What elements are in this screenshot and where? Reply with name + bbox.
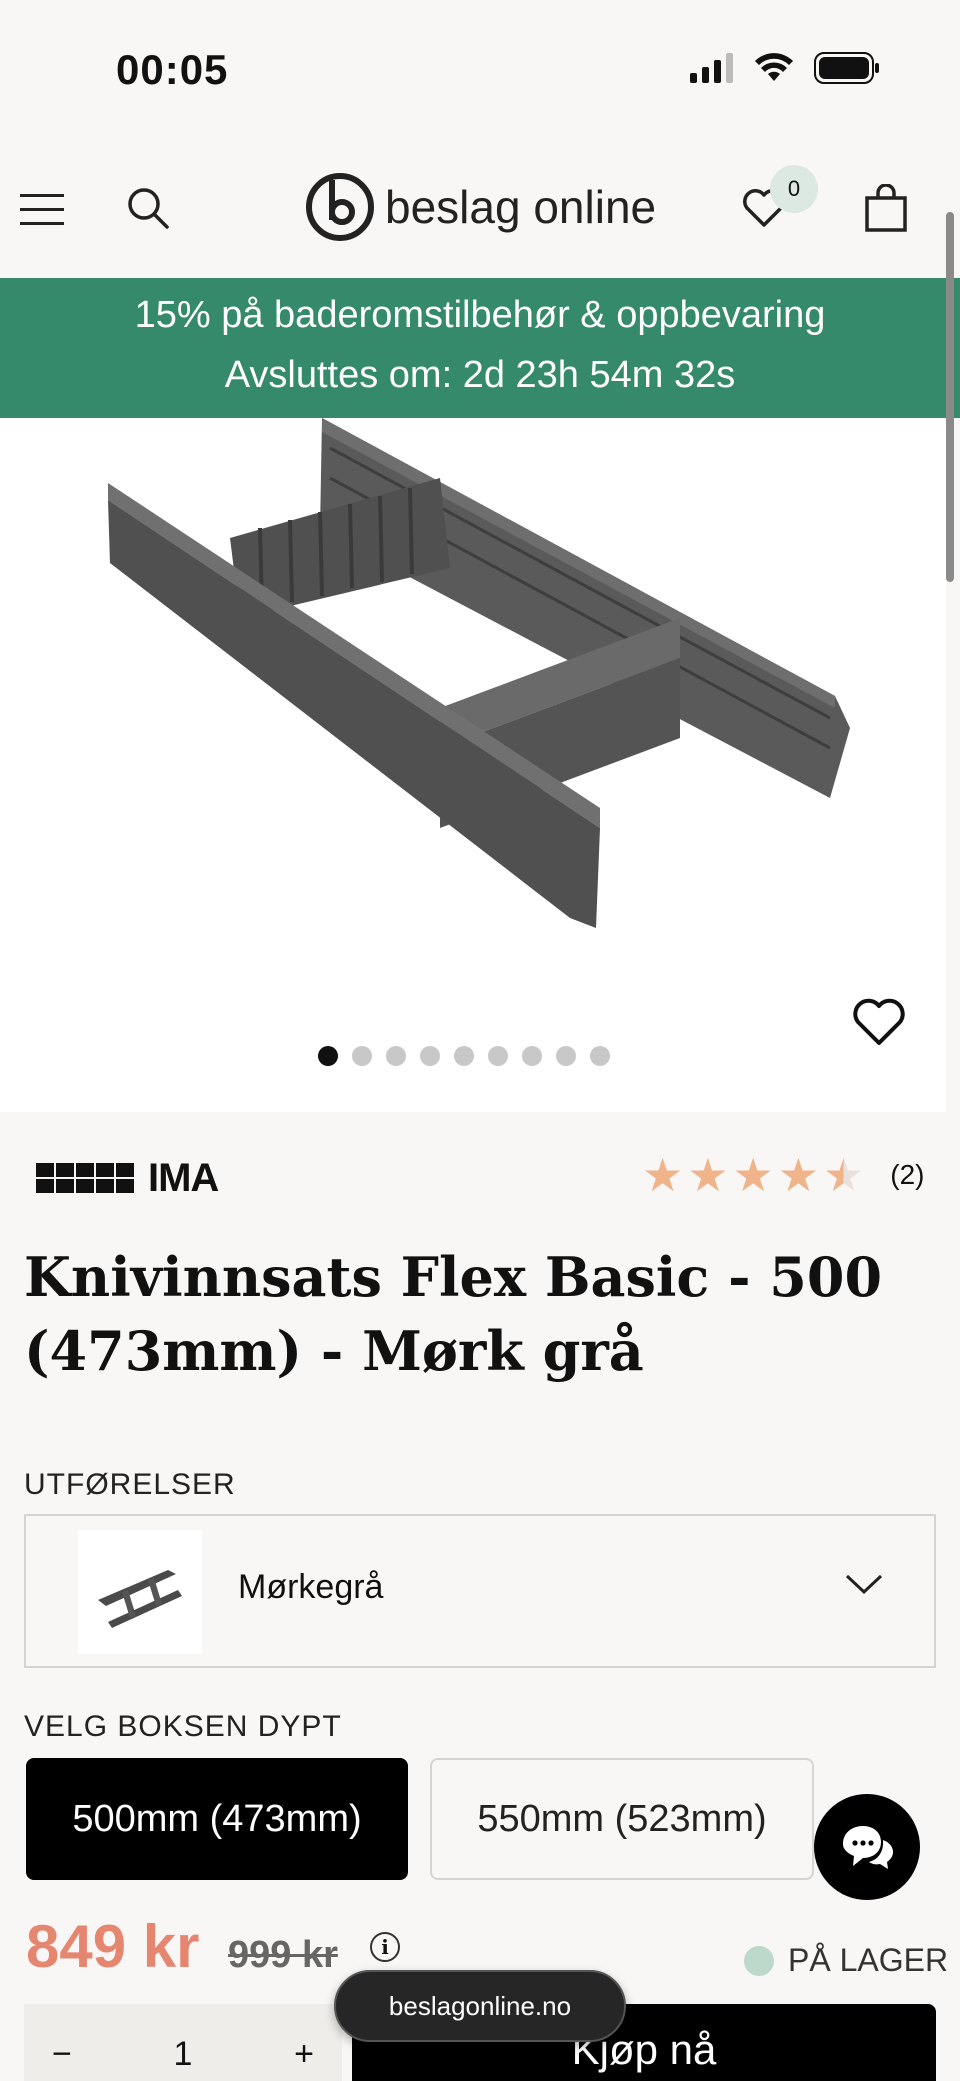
gallery-dot[interactable]: [386, 1046, 406, 1066]
stock-status: PÅ LAGER: [744, 1942, 948, 1979]
wifi-icon: [755, 53, 793, 81]
gallery-dot[interactable]: [522, 1046, 542, 1066]
quantity-value[interactable]: 1: [174, 2035, 193, 2074]
variant-dropdown[interactable]: Mørkegrå: [24, 1514, 936, 1668]
brand-logo-icon: [36, 1162, 134, 1193]
product-rating[interactable]: ★ ★ ★ ★ ★ (2): [642, 1152, 924, 1198]
gallery-dot[interactable]: [590, 1046, 610, 1066]
variant-label: UTFØRELSER: [24, 1468, 236, 1501]
star-icon: ★: [732, 1149, 774, 1201]
depth-option-550[interactable]: 550mm (523mm): [430, 1758, 814, 1880]
variant-selected-value: Mørkegrå: [238, 1568, 384, 1606]
stock-text: PÅ LAGER: [788, 1942, 949, 1978]
product-image: [108, 418, 850, 928]
promo-countdown: Avsluttes om: 2d 23h 54m 32s: [224, 354, 736, 396]
signal-icon: [690, 53, 733, 83]
status-bar: 00:05: [0, 0, 960, 140]
logo-mark-icon: [306, 173, 374, 241]
chevron-down-icon: [844, 1572, 884, 1601]
review-count: (2): [890, 1159, 925, 1190]
increase-quantity-button[interactable]: +: [294, 2035, 314, 2074]
status-time: 00:05: [116, 46, 229, 93]
search-button[interactable]: [126, 186, 170, 230]
menu-button[interactable]: [20, 192, 64, 226]
quantity-stepper: − 1 +: [24, 2004, 342, 2081]
gallery-dot[interactable]: [352, 1046, 372, 1066]
info-icon[interactable]: i: [370, 1932, 400, 1962]
brand[interactable]: IMA: [36, 1156, 219, 1201]
star-icon: ★: [777, 1149, 819, 1201]
variant-thumbnail: [78, 1530, 202, 1654]
price: 849 kr: [26, 1913, 200, 1980]
search-icon: [128, 188, 169, 229]
gallery-dot[interactable]: [318, 1046, 338, 1066]
product-image-gallery[interactable]: [0, 418, 946, 1112]
chat-icon: [843, 1826, 893, 1869]
battery-icon: [814, 52, 879, 84]
stock-indicator: [744, 1945, 774, 1976]
half-star-icon: ★: [823, 1149, 865, 1201]
add-to-favorites-button[interactable]: [852, 998, 906, 1051]
product-title: Knivinnsats Flex Basic - 500 (473mm) - M…: [24, 1245, 883, 1383]
cart-button[interactable]: [864, 184, 908, 232]
depth-option-500[interactable]: 500mm (473mm): [26, 1758, 408, 1880]
gallery-dot[interactable]: [488, 1046, 508, 1066]
star-icon: ★: [687, 1149, 729, 1201]
wishlist-count-badge: 0: [770, 165, 818, 213]
decrease-quantity-button[interactable]: −: [52, 2035, 72, 2074]
scrollbar[interactable]: [946, 212, 954, 582]
status-icons: [690, 52, 880, 84]
gallery-dot[interactable]: [420, 1046, 440, 1066]
shopping-bag-icon: [865, 184, 907, 232]
gallery-dot[interactable]: [556, 1046, 576, 1066]
browser-url-pill[interactable]: beslagonline.no: [334, 1970, 626, 2042]
hamburger-icon: [20, 194, 64, 225]
brand-name: IMA: [148, 1156, 219, 1200]
heart-icon: [853, 998, 905, 1045]
gallery-dot[interactable]: [454, 1046, 474, 1066]
depth-label: VELG BOKSEN DYPT: [24, 1710, 342, 1743]
promo-banner[interactable]: 15% på baderomstilbehør & oppbevaring Av…: [0, 278, 960, 418]
star-icon: ★: [642, 1149, 684, 1201]
promo-text: 15% på baderomstilbehør & oppbevaring: [134, 294, 826, 336]
old-price: 999 kr: [228, 1934, 338, 1976]
logo-text: beslag online: [385, 181, 657, 233]
chat-button[interactable]: [814, 1794, 920, 1900]
site-logo[interactable]: beslag online: [305, 172, 656, 242]
gallery-pagination[interactable]: [318, 1046, 610, 1066]
site-header: beslag online 0: [0, 140, 960, 278]
